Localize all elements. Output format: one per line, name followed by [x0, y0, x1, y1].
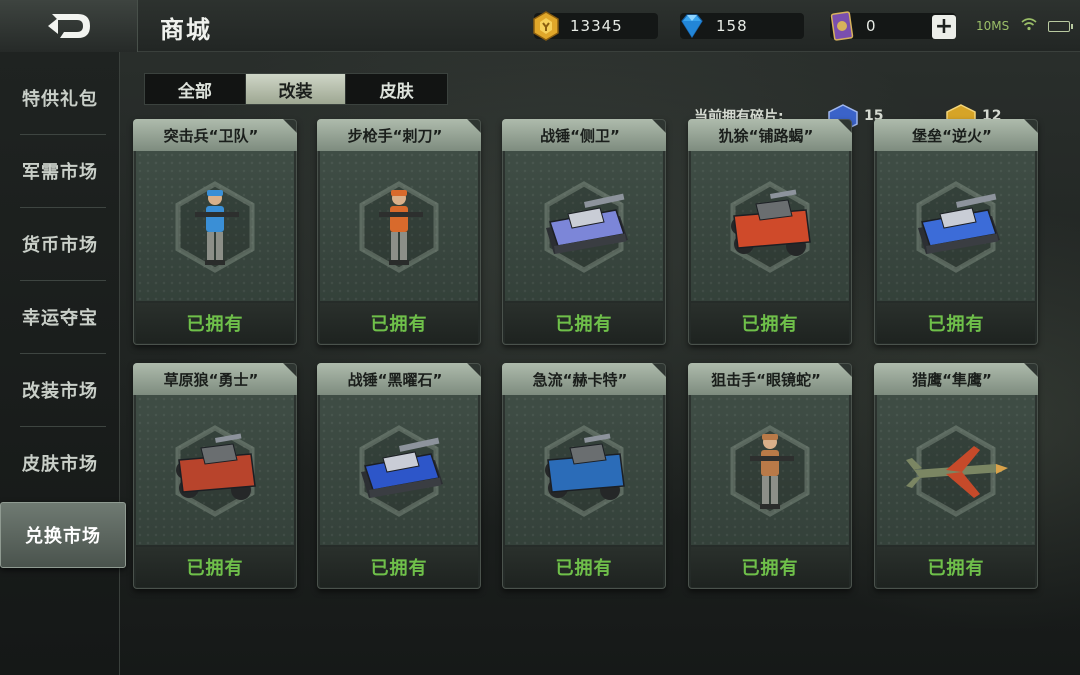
item-card-art	[320, 151, 478, 301]
sidebar-item-military-market[interactable]: 军需市场	[0, 135, 120, 207]
sidebar-item-gift-pack[interactable]: 特供礼包	[0, 62, 120, 134]
item-card[interactable]: 草原狼“勇士” 已拥有	[133, 363, 297, 589]
item-card-title: 犰狳“铺路蝎”	[688, 119, 852, 151]
item-card-status: 已拥有	[877, 303, 1035, 343]
soldier-icon	[195, 190, 239, 265]
item-card[interactable]: 急流“赫卡特” 已拥有	[502, 363, 666, 589]
sidebar-item-mod-market[interactable]: 改装市场	[0, 354, 120, 426]
item-card-art	[320, 395, 478, 545]
tank-icon	[918, 193, 1000, 254]
category-tabs: 全部 改装 皮肤	[144, 73, 448, 105]
item-card[interactable]: 突击兵“卫队” 已拥有	[133, 119, 297, 345]
tab-all[interactable]: 全部	[145, 74, 246, 104]
tank-icon	[546, 193, 628, 254]
item-card-art	[877, 151, 1035, 301]
sidebar-item-lucky-draw[interactable]: 幸运夺宝	[0, 281, 120, 353]
tank-icon	[361, 437, 443, 498]
item-card[interactable]: 猎鹰“隼鹰” 已拥有	[874, 363, 1038, 589]
item-card[interactable]: 狙击手“眼镜蛇” 已拥有	[688, 363, 852, 589]
card-icon	[830, 11, 854, 41]
back-arrow-icon	[47, 14, 90, 38]
diamond-counter: 158	[680, 13, 804, 39]
card-amount: 0	[866, 17, 877, 35]
top-bar: 商城 13345 158 0 + 10MS	[0, 0, 1080, 52]
item-card[interactable]: 战锤“黑曜石” 已拥有	[317, 363, 481, 589]
item-card-status: 已拥有	[691, 303, 849, 343]
item-card-art	[505, 151, 663, 301]
item-card-status: 已拥有	[505, 303, 663, 343]
item-card-art	[691, 395, 849, 545]
armored-car-icon	[545, 433, 625, 500]
sidebar-item-exchange-market[interactable]: 兑换市场	[0, 502, 126, 568]
item-card-art	[136, 151, 294, 301]
item-card-status: 已拥有	[136, 547, 294, 587]
item-card-title: 战锤“侧卫”	[502, 119, 666, 151]
item-card[interactable]: 步枪手“刺刀” 已拥有	[317, 119, 481, 345]
diamond-amount: 158	[716, 17, 748, 35]
armored-car-icon	[731, 189, 811, 256]
item-card-status: 已拥有	[136, 303, 294, 343]
item-card-status: 已拥有	[320, 547, 478, 587]
gold-coin-icon	[533, 11, 559, 41]
tab-skins[interactable]: 皮肤	[346, 74, 447, 104]
armored-car-icon	[176, 433, 256, 500]
sidebar: 特供礼包 军需市场 货币市场 幸运夺宝 改装市场 皮肤市场 兑换市场	[0, 52, 126, 675]
item-card-status: 已拥有	[691, 547, 849, 587]
item-card-title: 步枪手“刺刀”	[317, 119, 481, 151]
item-card-status: 已拥有	[505, 547, 663, 587]
item-card-status: 已拥有	[877, 547, 1035, 587]
jet-icon	[906, 446, 1008, 498]
item-card-title: 猎鹰“隼鹰”	[874, 363, 1038, 395]
item-card-title: 急流“赫卡特”	[502, 363, 666, 395]
network-latency: 10MS	[976, 19, 1010, 33]
sidebar-item-skin-market[interactable]: 皮肤市场	[0, 427, 120, 499]
item-card[interactable]: 犰狳“铺路蝎” 已拥有	[688, 119, 852, 345]
add-currency-button[interactable]: +	[932, 15, 956, 39]
battery-icon	[1048, 21, 1073, 32]
item-card[interactable]: 堡垒“逆火” 已拥有	[874, 119, 1038, 345]
item-card[interactable]: 战锤“侧卫” 已拥有	[502, 119, 666, 345]
item-card-title: 战锤“黑曜石”	[317, 363, 481, 395]
wifi-icon	[1021, 18, 1037, 31]
sidebar-item-currency-market[interactable]: 货币市场	[0, 208, 120, 280]
item-card-art	[505, 395, 663, 545]
item-card-title: 突击兵“卫队”	[133, 119, 297, 151]
item-card-status: 已拥有	[320, 303, 478, 343]
soldier-icon	[379, 190, 423, 265]
item-card-art	[691, 151, 849, 301]
tab-mods[interactable]: 改装	[245, 74, 347, 104]
gold-amount: 13345	[570, 17, 623, 35]
page-title: 商城	[160, 16, 212, 44]
item-card-art	[136, 395, 294, 545]
item-card-art	[877, 395, 1035, 545]
back-button[interactable]	[0, 0, 138, 52]
gold-counter: 13345	[533, 11, 658, 41]
diamond-icon	[681, 14, 703, 39]
soldier-icon	[750, 434, 794, 509]
item-card-title: 堡垒“逆火”	[874, 119, 1038, 151]
item-card-title: 草原狼“勇士”	[133, 363, 297, 395]
item-card-title: 狙击手“眼镜蛇”	[688, 363, 852, 395]
